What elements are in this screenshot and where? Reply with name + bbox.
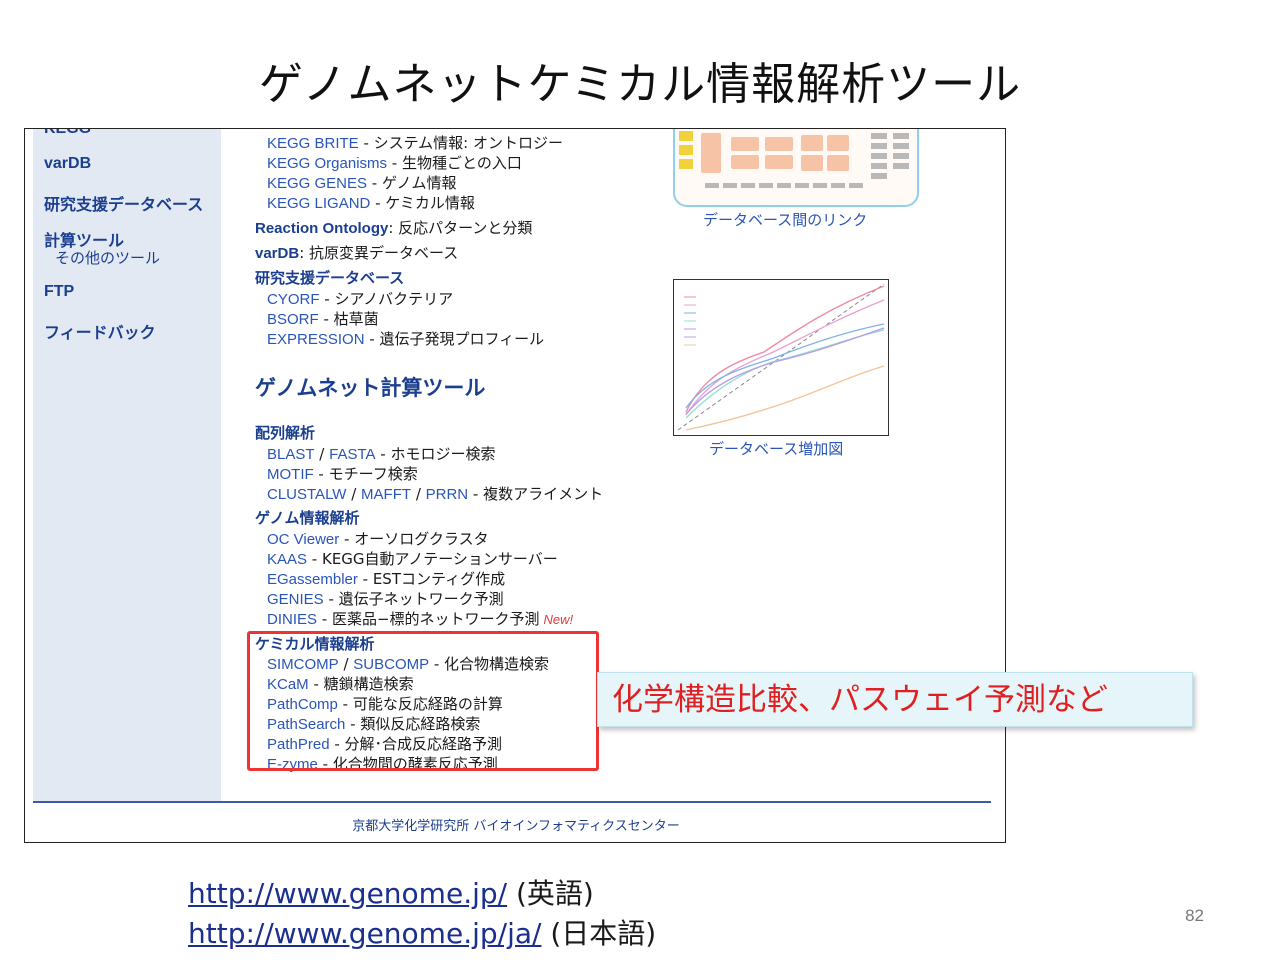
list-item: GENIES - 遺伝子ネットワーク予測 [267,588,504,609]
link-desc: : 抗原変異データベース [299,244,459,262]
link-fasta[interactable]: FASTA [329,446,375,463]
page-number: 82 [1185,906,1204,925]
list-item: KEGG GENES - ゲノム情報 [267,172,457,193]
url-line-ja: http://www.genome.jp/ja/ (日本語) [188,912,656,952]
list-item: MOTIF - モチーフ検索 [267,463,418,484]
link-motif[interactable]: MOTIF [267,466,314,483]
list-item: BSORF - 枯草菌 [267,308,379,329]
list-item: DINIES - 医薬品−標的ネットワーク予測 New! [267,608,573,629]
new-badge: New! [543,612,574,627]
sidebar-item-other-tools[interactable]: その他のツール [55,247,160,268]
db-growth-caption[interactable]: データベース増加図 [709,438,843,459]
link-desc: - 医薬品−標的ネットワーク予測 [317,610,540,628]
link-blast[interactable]: BLAST [267,446,315,463]
website-screenshot: KEGG varDB 研究支援データベース 計算ツール その他のツール FTP … [24,128,1006,843]
link-desc: : 反応パターンと分類 [388,219,533,237]
url-lang-ja: (日本語) [550,917,657,950]
link-kegg-ligand[interactable]: KEGG LIGAND [267,195,370,212]
list-item: KAAS - KEGG自動アノテーションサーバー [267,548,558,569]
section-heading-genome[interactable]: ゲノム情報解析 [255,507,360,528]
link-desc: - 枯草菌 [318,310,379,328]
list-item: CYORF - シアノバクテリア [267,288,453,309]
link-kaas[interactable]: KAAS [267,551,307,568]
section-heading-sequence[interactable]: 配列解析 [255,422,315,443]
link-desc: - モチーフ検索 [313,465,418,483]
link-genies[interactable]: GENIES [267,591,324,608]
sidebar-item-ftp[interactable]: FTP [44,283,74,301]
slide-title: ゲノムネットケミカル情報解析ツール [258,59,1022,110]
link-desc: - 複数アライメント [468,485,604,503]
link-clustalw[interactable]: CLUSTALW [267,486,346,503]
site-footer: 京都大学化学研究所 バイオインフォマティクスセンター [352,819,680,834]
list-item: KEGG Organisms - 生物種ごとの入口 [267,152,522,173]
list-item: KEGG LIGAND - ケミカル情報 [267,192,475,213]
link-expression[interactable]: EXPRESSION [267,331,365,348]
link-kegg-genes[interactable]: KEGG GENES [267,175,367,192]
link-desc: - ESTコンティグ作成 [357,570,506,588]
link-desc: - ホモロジー検索 [375,445,496,463]
db-link-diagram[interactable] [673,129,919,207]
db-growth-lines [677,283,885,431]
link-cyorf[interactable]: CYORF [267,291,320,308]
link-bsorf[interactable]: BSORF [267,311,319,328]
list-item: varDB: 抗原変異データベース [255,242,458,263]
link-desc: - システム情報: オントロジー [358,134,564,152]
db-link-caption[interactable]: データベース間のリンク [703,209,867,230]
link-reaction-ontology[interactable]: Reaction Ontology [255,220,388,237]
sidebar-item-feedback[interactable]: フィードバック [44,319,156,343]
url-line-en: http://www.genome.jp/ (英語) [188,872,594,912]
section-heading-research-db[interactable]: 研究支援データベース [255,267,404,288]
sidebar: KEGG varDB 研究支援データベース 計算ツール その他のツール FTP … [33,129,221,801]
list-item: Reaction Ontology: 反応パターンと分類 [255,217,532,238]
list-item: OC Viewer - オーソログクラスタ [267,528,489,549]
link-oc-viewer[interactable]: OC Viewer [267,531,339,548]
callout-box: 化学構造比較、パスウェイ予測など [597,672,1193,727]
highlight-box [247,631,599,771]
list-item: CLUSTALW / MAFFT / PRRN - 複数アライメント [267,485,604,503]
link-egassembler[interactable]: EGassembler [267,571,358,588]
link-desc: - 遺伝子ネットワーク予測 [323,590,504,608]
link-desc: - ゲノム情報 [367,174,457,192]
section-heading-tools: ゲノムネット計算ツール [255,376,486,400]
list-item: BLAST / FASTA - ホモロジー検索 [267,445,496,463]
link-vardb[interactable]: varDB [255,245,299,262]
list-item: EGassembler - ESTコンティグ作成 [267,568,505,589]
sidebar-item-vardb[interactable]: varDB [44,155,91,173]
link-prrn[interactable]: PRRN [426,486,469,503]
url-link-ja[interactable]: http://www.genome.jp/ja/ [188,917,541,950]
footer-divider [33,801,991,803]
sidebar-item-kegg[interactable]: KEGG [44,129,91,138]
url-link-en[interactable]: http://www.genome.jp/ [188,877,507,910]
link-dinies[interactable]: DINIES [267,611,317,628]
link-desc: - シアノバクテリア [319,290,454,308]
list-item: EXPRESSION - 遺伝子発現プロフィール [267,328,544,349]
link-kegg-brite[interactable]: KEGG BRITE [267,135,359,152]
url-lang-en: (英語) [515,877,594,910]
link-kegg-organisms[interactable]: KEGG Organisms [267,155,387,172]
link-desc: - 生物種ごとの入口 [387,154,522,172]
link-desc: - 遺伝子発現プロフィール [364,330,545,348]
list-item: KEGG BRITE - システム情報: オントロジー [267,132,563,153]
link-mafft[interactable]: MAFFT [361,486,411,503]
link-desc: - KEGG自動アノテーションサーバー [307,550,558,568]
sidebar-item-research-db[interactable]: 研究支援データベース [44,191,203,215]
link-desc: - ケミカル情報 [370,194,475,212]
db-growth-plot[interactable] [673,279,889,436]
link-desc: - オーソログクラスタ [339,530,489,548]
